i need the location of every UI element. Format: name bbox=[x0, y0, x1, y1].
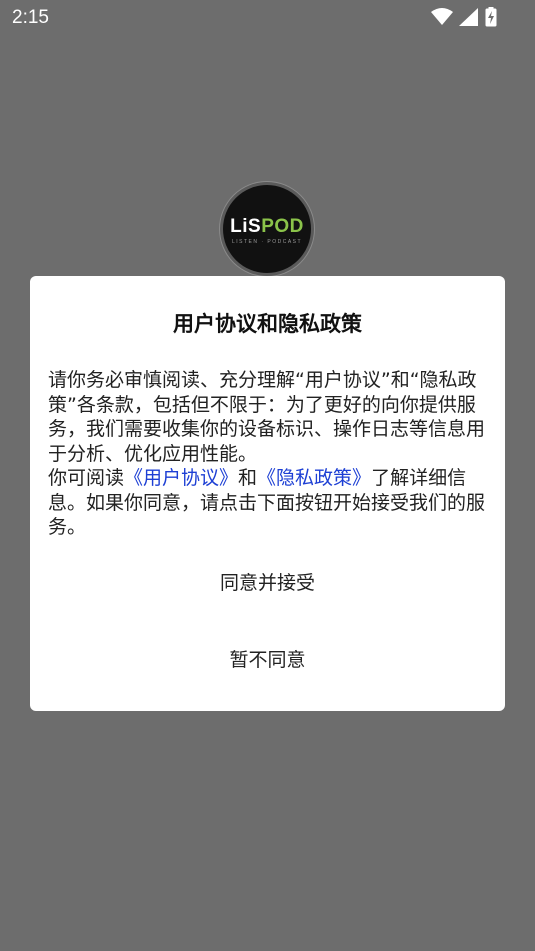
logo-tagline: LISTEN · PODCAST bbox=[231, 239, 303, 245]
battery-charging-icon bbox=[485, 7, 497, 27]
agree-button[interactable]: 同意并接受 bbox=[30, 561, 505, 605]
user-agreement-link[interactable]: 《用户协议》 bbox=[124, 467, 238, 489]
decline-button[interactable]: 暂不同意 bbox=[30, 638, 505, 682]
dialog-body: 请你务必审慎阅读、充分理解“用户协议”和“隐私政策”各条款，包括但不限于：为了更… bbox=[48, 368, 489, 540]
wifi-icon bbox=[431, 8, 453, 26]
app-logo: LiSPOD LISTEN · PODCAST bbox=[220, 182, 314, 276]
status-icons bbox=[431, 6, 497, 28]
signal-icon bbox=[459, 8, 479, 26]
status-time: 2:15 bbox=[12, 7, 49, 28]
status-bar: 2:15 bbox=[0, 0, 535, 36]
dialog-paragraph-2: 你可阅读《用户协议》和《隐私政策》了解详细信息。如果你同意，请点击下面按钮开始接… bbox=[48, 467, 486, 538]
dialog-paragraph-1: 请你务必审慎阅读、充分理解“用户协议”和“隐私政策”各条款，包括但不限于：为了更… bbox=[48, 369, 486, 465]
privacy-policy-link[interactable]: 《隐私政策》 bbox=[257, 467, 371, 489]
logo-wordmark: LiSPOD bbox=[230, 216, 304, 237]
privacy-dialog: 用户协议和隐私政策 请你务必审慎阅读、充分理解“用户协议”和“隐私政策”各条款，… bbox=[30, 276, 505, 711]
dialog-title: 用户协议和隐私政策 bbox=[173, 312, 362, 336]
